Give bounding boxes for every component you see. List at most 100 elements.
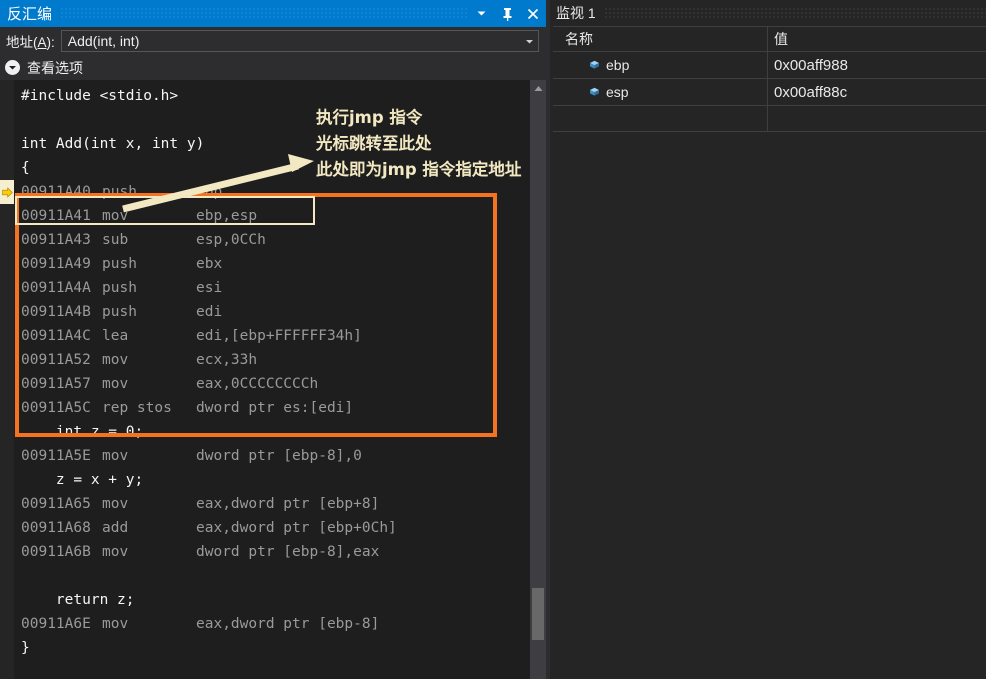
instruction-mnemonic: mov xyxy=(102,208,129,224)
current-instruction-marker-icon xyxy=(0,180,14,204)
line-gutter[interactable] xyxy=(0,348,14,372)
line-gutter[interactable] xyxy=(0,396,14,420)
instruction-mnemonic: mov xyxy=(102,496,129,512)
disassembly-line[interactable]: 00911A57 mov eax,0CCCCCCCCh xyxy=(0,372,532,396)
source-line[interactable]: z = x + y; xyxy=(0,468,532,492)
chevron-down-icon[interactable] xyxy=(468,0,494,27)
watch-row-value[interactable]: 0x00aff988 xyxy=(768,52,986,78)
line-gutter[interactable] xyxy=(0,108,14,132)
view-options-label[interactable]: 查看选项 xyxy=(20,58,83,78)
line-gutter[interactable] xyxy=(0,612,14,636)
line-gutter[interactable] xyxy=(0,252,14,276)
line-gutter[interactable] xyxy=(0,588,14,612)
disassembly-line[interactable]: 00911A5C rep stos dword ptr es:[edi] xyxy=(0,396,532,420)
source-line[interactable]: } xyxy=(0,636,532,660)
line-text: 00911A5C rep stos dword ptr es:[edi] xyxy=(14,396,353,420)
line-gutter[interactable] xyxy=(0,492,14,516)
line-text: 00911A43 sub esp,0CCh xyxy=(14,228,266,252)
source-line[interactable]: int z = 0; xyxy=(0,420,532,444)
close-icon[interactable] xyxy=(520,0,546,27)
disassembly-line[interactable]: 00911A65 mov eax,dword ptr [ebp+8] xyxy=(0,492,532,516)
instruction-mnemonic: rep stos xyxy=(102,400,172,416)
source-line[interactable]: { xyxy=(0,156,532,180)
instruction-operands: esp,0CCh xyxy=(196,232,266,248)
line-gutter[interactable] xyxy=(0,540,14,564)
instruction-address: 00911A4C xyxy=(21,328,91,344)
watch-header-row: 名称 值 xyxy=(553,27,986,52)
line-gutter[interactable] xyxy=(0,564,14,588)
line-gutter[interactable] xyxy=(0,516,14,540)
disassembly-code-area[interactable]: #include <stdio.h> int Add(int x, int y) {… xyxy=(0,80,546,679)
watch-new-row-value[interactable] xyxy=(768,106,986,131)
disassembly-line[interactable]: 00911A4B push edi xyxy=(0,300,532,324)
titlebar-drag-area[interactable] xyxy=(60,0,468,27)
line-text: 00911A41 mov ebp,esp xyxy=(14,204,257,228)
disassembly-line[interactable]: 00911A40 push ebp xyxy=(0,180,532,204)
instruction-mnemonic: push xyxy=(102,280,137,296)
line-gutter[interactable] xyxy=(0,300,14,324)
line-gutter[interactable] xyxy=(0,636,14,660)
source-line[interactable] xyxy=(0,564,532,588)
line-text: z = x + y; xyxy=(21,472,144,488)
line-gutter[interactable] xyxy=(0,156,14,180)
instruction-address: 00911A68 xyxy=(21,520,91,536)
instruction-operands: eax,dword ptr [ebp+8] xyxy=(196,496,380,512)
line-gutter[interactable] xyxy=(0,372,14,396)
vertical-scrollbar[interactable] xyxy=(530,80,546,679)
instruction-operands: eax,dword ptr [ebp+0Ch] xyxy=(196,520,397,536)
instruction-operands: eax,dword ptr [ebp-8] xyxy=(196,616,380,632)
source-line[interactable]: int Add(int x, int y) xyxy=(0,132,532,156)
line-gutter[interactable] xyxy=(0,276,14,300)
line-gutter[interactable] xyxy=(0,84,14,108)
disassembly-line[interactable]: 00911A6E mov eax,dword ptr [ebp-8] xyxy=(0,612,532,636)
source-line[interactable] xyxy=(0,108,532,132)
watch-row[interactable]: ebp 0x00aff988 xyxy=(553,52,986,79)
line-text: 00911A49 push ebx xyxy=(14,252,222,276)
line-gutter[interactable] xyxy=(0,468,14,492)
address-input-value[interactable]: Add(int, int) xyxy=(62,33,520,49)
disassembly-line[interactable]: 00911A43 sub esp,0CCh xyxy=(0,228,532,252)
chevron-down-circle-icon[interactable] xyxy=(5,60,20,75)
disassembly-line[interactable]: 00911A4C lea edi,[ebp+FFFFFF34h] xyxy=(0,324,532,348)
disassembly-line[interactable]: 00911A68 add eax,dword ptr [ebp+0Ch] xyxy=(0,516,532,540)
source-line[interactable]: #include <stdio.h> xyxy=(0,84,532,108)
line-text: #include <stdio.h> xyxy=(21,88,179,104)
line-text: { xyxy=(21,160,30,176)
source-line[interactable]: return z; xyxy=(0,588,532,612)
disassembly-line[interactable]: 00911A4A push esi xyxy=(0,276,532,300)
address-input[interactable]: Add(int, int) xyxy=(60,30,539,52)
disassembly-line[interactable]: 00911A41 mov ebp,esp xyxy=(0,204,532,228)
scrollbar-thumb[interactable] xyxy=(532,588,544,640)
line-gutter[interactable] xyxy=(0,228,14,252)
instruction-operands: dword ptr es:[edi] xyxy=(196,400,354,416)
line-text: } xyxy=(21,640,30,656)
watch-titlebar-drag-area[interactable] xyxy=(603,0,986,26)
watch-new-row[interactable] xyxy=(553,106,986,132)
line-gutter[interactable] xyxy=(0,324,14,348)
line-gutter[interactable] xyxy=(0,132,14,156)
watch-grid: 名称 值 ebp 0x00aff988 esp 0x00aff88c xyxy=(553,26,986,132)
column-header-name[interactable]: 名称 xyxy=(553,27,768,51)
line-text xyxy=(14,108,21,132)
line-text: 00911A40 push ebp xyxy=(14,180,222,204)
column-header-value[interactable]: 值 xyxy=(768,27,986,51)
line-gutter[interactable] xyxy=(0,444,14,468)
watch-new-row-name[interactable] xyxy=(553,106,768,131)
scroll-up-arrow-icon[interactable] xyxy=(530,80,546,96)
view-options-bar[interactable]: 查看选项 xyxy=(0,55,546,80)
line-gutter[interactable] xyxy=(0,204,14,228)
disassembly-line[interactable]: 00911A49 push ebx xyxy=(0,252,532,276)
watch-row-value[interactable]: 0x00aff88c xyxy=(768,79,986,105)
watch-row-name-cell[interactable]: ebp xyxy=(553,52,768,78)
line-gutter[interactable] xyxy=(0,420,14,444)
disassembly-line[interactable]: 00911A5E mov dword ptr [ebp-8],0 xyxy=(0,444,532,468)
watch-row-name-cell[interactable]: esp xyxy=(553,79,768,105)
instruction-mnemonic: mov xyxy=(102,544,129,560)
disassembly-line[interactable]: 00911A52 mov ecx,33h xyxy=(0,348,532,372)
disassembly-line[interactable]: 00911A6B mov dword ptr [ebp-8],eax xyxy=(0,540,532,564)
line-text: int z = 0; xyxy=(21,424,144,440)
watch-row[interactable]: esp 0x00aff88c xyxy=(553,79,986,106)
address-dropdown-icon[interactable] xyxy=(520,31,538,51)
pin-icon[interactable] xyxy=(494,0,520,27)
instruction-operands: ebp xyxy=(196,184,223,200)
